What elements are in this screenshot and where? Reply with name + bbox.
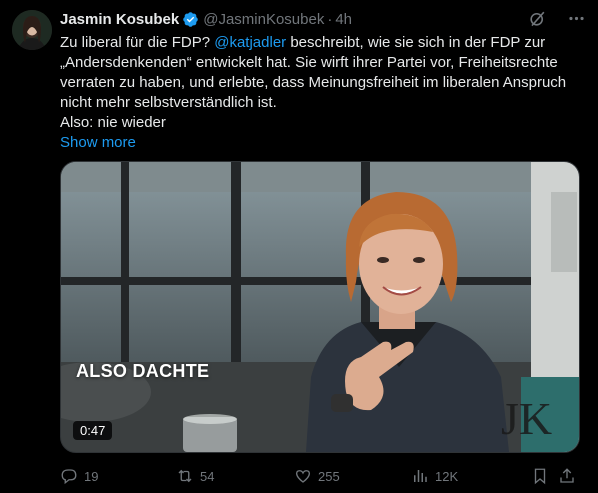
retweet-button[interactable]: 54	[176, 467, 214, 485]
tweet-text-line2: Also: nie wieder	[60, 114, 166, 131]
video-caption-overlay: ALSO DACHTE	[76, 361, 210, 381]
timestamp[interactable]: 4h	[335, 11, 352, 28]
retweet-count: 54	[200, 468, 215, 484]
bookmark-icon	[534, 468, 546, 485]
like-icon	[295, 470, 311, 483]
video-thumbnail: JK	[61, 162, 579, 452]
views-icon	[414, 470, 427, 482]
mention-link[interactable]: @katjadler	[214, 34, 286, 51]
avatar[interactable]	[12, 10, 52, 50]
retweet-icon	[178, 469, 192, 483]
reply-count: 19	[84, 468, 99, 484]
watermark-logo: JK	[501, 393, 552, 444]
author-handle[interactable]: @JasminKosubek	[203, 11, 324, 28]
separator: ·	[327, 10, 333, 28]
share-icon	[560, 468, 574, 483]
video-player[interactable]: JK ALSO DACHTE 0:47	[60, 161, 580, 453]
bookmark-button[interactable]	[531, 467, 549, 485]
reply-button[interactable]: 19	[60, 467, 98, 485]
reply-icon	[61, 469, 77, 485]
author-name[interactable]: Jasmin Kosubek	[60, 11, 179, 28]
like-button[interactable]: 255	[294, 467, 340, 485]
more-icon[interactable]	[567, 9, 586, 28]
header-actions	[528, 9, 586, 28]
like-count: 255	[318, 468, 340, 484]
share-button[interactable]	[558, 467, 576, 485]
tweet-text-part1: Zu liberal für die FDP?	[60, 34, 215, 51]
show-more-link[interactable]: Show more	[60, 134, 136, 151]
verified-badge-icon	[182, 11, 199, 28]
grok-icon[interactable]	[528, 9, 547, 28]
tweet-text: Zu liberal für die FDP? @katjadler besch…	[60, 33, 580, 153]
action-bar: 19 54 255 12K	[60, 465, 580, 487]
video-duration-badge: 0:47	[73, 421, 113, 440]
tweet[interactable]: Jasmin Kosubek @JasminKosubek · 4h Zu li…	[0, 0, 598, 493]
view-count: 12K	[435, 468, 459, 484]
views-button[interactable]: 12K	[411, 467, 458, 485]
tweet-header: Jasmin Kosubek @JasminKosubek · 4h	[60, 9, 586, 29]
